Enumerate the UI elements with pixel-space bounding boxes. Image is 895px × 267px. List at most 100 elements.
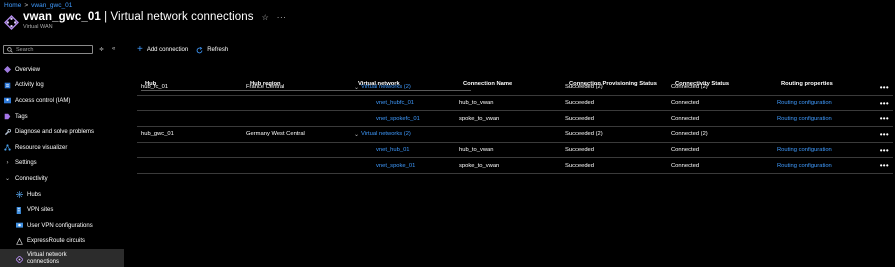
vnet-connections-icon — [16, 255, 23, 263]
virtual-networks-group-link[interactable]: Virtual networks (2) — [361, 131, 411, 137]
table-row: hub_gwc_01 Germany West Central ⌄ Virtual… — [137, 127, 893, 143]
cell-connection-name: hub_to_vwan — [459, 100, 494, 107]
routing-configuration-link[interactable]: Routing configuration — [777, 96, 832, 111]
sidebar-item-label: Tags — [15, 113, 28, 120]
wrench-icon — [4, 128, 11, 136]
overview-icon — [4, 66, 11, 74]
sidebar-item-label: Access control (IAM) — [15, 97, 71, 104]
cell-virtual-network[interactable]: vnet_spoke_01 — [376, 158, 415, 173]
add-connection-button[interactable]: + Add connection — [137, 44, 189, 55]
sidebar-item-activity-log[interactable]: Activity log — [0, 78, 124, 94]
virtual-networks-group-link[interactable]: Virtual networks (2) — [361, 84, 411, 90]
routing-configuration-link[interactable]: Routing configuration — [777, 111, 832, 126]
sidebar-search[interactable] — [3, 45, 93, 54]
tag-icon — [4, 113, 11, 120]
table-row: vnet_hubfc_01 hub_to_vwan Succeeded Conn… — [137, 96, 893, 112]
sidebar-item-tags[interactable]: Tags — [0, 109, 124, 125]
cell-connection-name: spoke_to_vwan — [459, 115, 500, 122]
row-more-icon[interactable]: ••• — [880, 96, 889, 111]
cell-virtual-network[interactable]: vnet_hub_01 — [376, 143, 410, 158]
cell-hub: hub_gwc_01 — [141, 131, 174, 138]
breadcrumb-separator: > — [24, 2, 29, 9]
chevron-down-icon: ⌄ — [4, 176, 11, 183]
table-row: vnet_spokefc_01 spoke_to_vwan Succeeded … — [137, 111, 893, 128]
cell-provisioning-status: Succeeded — [565, 162, 595, 169]
sidebar-item-vnet-connections[interactable]: Virtual network connections — [0, 249, 124, 267]
sidebar-item-label: Resource visualizer — [15, 144, 68, 151]
refresh-label: Refresh — [207, 47, 229, 53]
cell-provisioning-status: Succeeded (2) — [565, 84, 603, 91]
sidebar-item-expressroute[interactable]: ExpressRoute circuits — [0, 234, 124, 250]
cell-connectivity-status: Connected — [671, 147, 700, 154]
vpn-sites-icon — [16, 206, 23, 214]
cell-virtual-network[interactable]: ⌄ Virtual networks (2) — [354, 80, 411, 95]
chevron-right-icon: › — [6, 160, 9, 167]
sidebar-item-iam[interactable]: Access control (IAM) — [0, 93, 124, 109]
sidebar-nav: Overview Activity log Access control (IA… — [0, 62, 124, 267]
page-title-section: | Virtual network connections — [100, 11, 254, 23]
routing-configuration-link[interactable]: Routing configuration — [777, 143, 832, 158]
search-icon — [7, 46, 13, 53]
cell-virtual-network[interactable]: vnet_hubfc_01 — [376, 96, 414, 111]
sidebar-item-label: Activity log — [15, 82, 44, 89]
sidebar: ≑ « Overview Activity log Access control… — [0, 42, 124, 267]
plus-icon: + — [137, 44, 143, 55]
cell-provisioning-status: Succeeded — [565, 100, 595, 107]
page-subtitle: Virtual WAN — [23, 24, 53, 30]
row-more-icon[interactable]: ••• — [880, 143, 889, 158]
sidebar-item-vpn-sites[interactable]: VPN sites — [0, 202, 124, 218]
breadcrumb-home-link[interactable]: Home — [4, 2, 21, 9]
row-more-icon[interactable]: ••• — [880, 158, 889, 173]
table-row: vnet_hub_01 hub_to_vwan Succeeded Connec… — [137, 143, 893, 159]
sidebar-item-settings[interactable]: › Settings — [0, 156, 124, 172]
connections-table: Hub Hub region Virtual network Connectio… — [137, 66, 893, 175]
refresh-button[interactable]: Refresh — [196, 46, 229, 54]
cell-connection-name: hub_to_vwan — [459, 147, 494, 154]
cell-provisioning-status: Succeeded — [565, 147, 595, 154]
hubs-icon — [16, 191, 23, 199]
vnet-link[interactable]: vnet_hub_01 — [376, 147, 410, 153]
table-row: hub_fc_01 France Central ⌄ Virtual networ… — [137, 80, 893, 96]
favorite-star-icon[interactable]: ☆ — [262, 13, 269, 22]
sidebar-item-label: User VPN configurations — [27, 222, 93, 229]
cell-connectivity-status: Connected — [671, 115, 700, 122]
chevron-down-icon[interactable]: ⌄ — [354, 131, 359, 138]
vnet-link[interactable]: vnet_hubfc_01 — [376, 100, 414, 106]
cell-virtual-network[interactable]: vnet_spokefc_01 — [376, 111, 420, 126]
row-more-icon[interactable]: ••• — [880, 111, 889, 126]
activity-log-icon — [4, 82, 11, 89]
sidebar-item-diagnose[interactable]: Diagnose and solve problems — [0, 124, 124, 140]
cell-virtual-network[interactable]: ⌄ Virtual networks (2) — [354, 127, 411, 142]
sidebar-item-hubs[interactable]: Hubs — [0, 187, 124, 203]
row-more-icon[interactable]: ••• — [880, 80, 889, 95]
sidebar-item-label: Connectivity — [15, 175, 48, 182]
sidebar-item-label: Virtual network connections — [27, 252, 67, 266]
vnet-link[interactable]: vnet_spoke_01 — [376, 163, 415, 169]
sidebar-item-label: ExpressRoute circuits — [27, 238, 86, 245]
search-input[interactable] — [16, 46, 86, 53]
sidebar-item-label: Settings — [15, 160, 37, 167]
sidebar-item-connectivity[interactable]: ⌄ Connectivity — [0, 171, 124, 187]
iam-icon — [4, 97, 11, 104]
sidebar-item-resource-visualizer[interactable]: Resource visualizer — [0, 140, 124, 156]
virtual-wan-icon — [4, 15, 19, 30]
cell-connectivity-status: Connected (2) — [671, 84, 708, 91]
vnet-link[interactable]: vnet_spokefc_01 — [376, 116, 420, 122]
chevron-down-icon[interactable]: ⌄ — [354, 84, 359, 91]
expressroute-icon — [16, 237, 23, 245]
row-more-icon[interactable]: ••• — [880, 127, 889, 142]
sidebar-item-user-vpn[interactable]: User VPN configurations — [0, 218, 124, 234]
refresh-icon — [196, 46, 203, 53]
sidebar-item-label: Diagnose and solve problems — [15, 129, 95, 136]
breadcrumb: Home > vwan_gwc_01 — [4, 1, 72, 10]
collapse-sidebar-icon[interactable]: « — [112, 46, 115, 52]
cell-connectivity-status: Connected — [671, 100, 700, 107]
breadcrumb-current-link[interactable]: vwan_gwc_01 — [31, 2, 72, 9]
routing-configuration-link[interactable]: Routing configuration — [777, 158, 832, 173]
expand-collapse-icon[interactable]: ≑ — [99, 46, 104, 53]
sidebar-item-overview[interactable]: Overview — [0, 62, 124, 78]
more-options-icon[interactable]: ··· — [277, 13, 287, 22]
add-connection-label: Add connection — [146, 47, 189, 53]
visualizer-icon — [4, 144, 11, 151]
cell-hub-region: France Central — [246, 84, 285, 91]
